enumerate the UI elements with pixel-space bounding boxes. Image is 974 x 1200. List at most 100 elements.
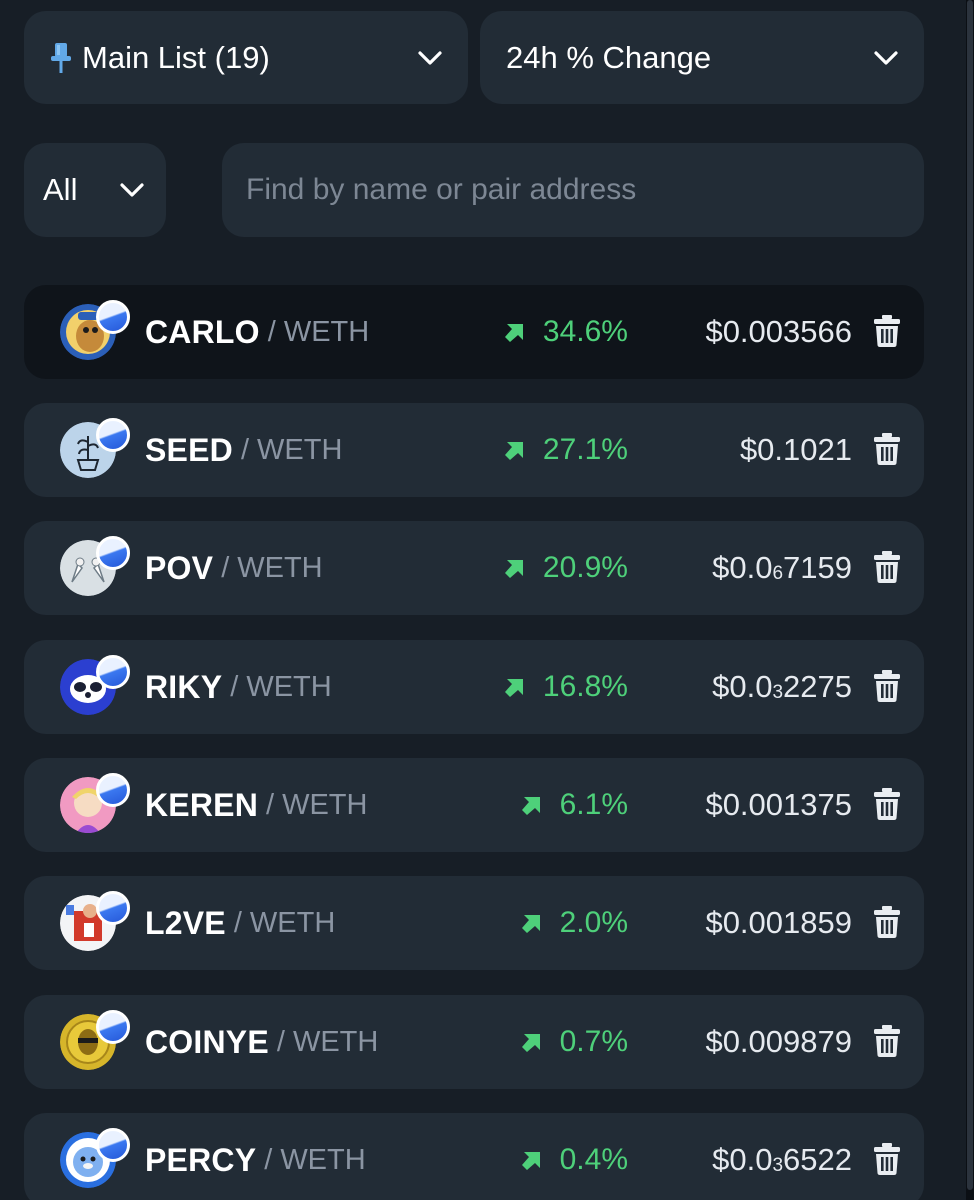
token-price: $0.001375 <box>705 758 852 852</box>
chain-badge-icon <box>96 773 130 807</box>
token-row-l2ve[interactable]: L2VE / WETH 2.0% $0.001859 <box>24 876 924 970</box>
pair-name: CARLO / WETH <box>145 285 369 379</box>
price-zero-count: 6 <box>772 563 784 584</box>
token-price: $0.0 3 6522 <box>712 1113 852 1200</box>
quote-symbol: WETH <box>292 1025 379 1058</box>
scrollbar-thumb[interactable] <box>967 0 973 1190</box>
sort-selector-label: 24h % Change <box>506 39 712 75</box>
trash-icon[interactable] <box>873 433 901 465</box>
trend-up-icon <box>521 1150 542 1170</box>
search-input[interactable] <box>222 143 924 237</box>
watchlist-panel: Main List (19) 24h % Change All CARLO / … <box>0 0 966 1200</box>
price-main: $0.0 <box>712 1142 773 1177</box>
price-main: $0.0 <box>712 550 773 585</box>
token-symbol: KEREN <box>145 786 259 823</box>
trend-up-icon <box>521 1032 542 1052</box>
pair-name: PERCY / WETH <box>145 1113 366 1200</box>
token-row-riky[interactable]: RIKY / WETH 16.8% $0.0 3 2275 <box>24 640 924 734</box>
token-symbol: COINYE <box>145 1023 269 1060</box>
quote-separator: / <box>240 433 250 466</box>
pair-name: SEED / WETH <box>145 403 342 497</box>
trash-icon[interactable] <box>873 1143 901 1175</box>
trash-icon[interactable] <box>873 315 901 347</box>
change-value: 20.9% <box>542 551 628 584</box>
trend-up-icon <box>521 795 542 815</box>
quote-symbol: WETH <box>249 906 336 939</box>
change-percent: 34.6% <box>504 285 628 379</box>
token-row-percy[interactable]: PERCY / WETH 0.4% $0.0 3 6522 <box>24 1113 924 1200</box>
token-price: $0.0 6 7159 <box>712 521 852 615</box>
trend-up-icon <box>504 677 525 697</box>
quote-symbol: WETH <box>237 551 323 584</box>
trash-icon[interactable] <box>873 551 901 583</box>
chevron-down-icon <box>118 176 146 204</box>
change-value: 2.0% <box>559 906 628 939</box>
price-main: $0.003566 <box>705 314 852 349</box>
token-avatar <box>60 655 130 719</box>
change-percent: 0.7% <box>521 995 628 1089</box>
chain-badge-icon <box>96 536 130 570</box>
trash-icon[interactable] <box>873 906 901 938</box>
trash-icon[interactable] <box>873 1025 901 1057</box>
pair-name: L2VE / WETH <box>145 876 335 970</box>
chain-badge-icon <box>96 300 130 334</box>
token-row-pov[interactable]: POV / WETH 20.9% $0.0 6 7159 <box>24 521 924 615</box>
token-row-seed[interactable]: SEED / WETH 27.1% $0.1021 <box>24 403 924 497</box>
token-symbol: L2VE <box>145 904 226 941</box>
token-avatar <box>60 1128 130 1192</box>
quote-symbol: WETH <box>282 788 368 821</box>
sort-selector-dropdown[interactable]: 24h % Change <box>480 11 924 104</box>
list-selector-label: Main List (19) <box>82 39 270 75</box>
change-value: 0.4% <box>559 1143 628 1176</box>
token-avatar <box>60 773 130 837</box>
quote-separator: / <box>221 551 230 584</box>
change-value: 27.1% <box>542 433 628 466</box>
list-selector-dropdown[interactable]: Main List (19) <box>24 11 468 104</box>
trend-up-icon <box>521 913 542 933</box>
change-value: 6.1% <box>559 788 628 821</box>
token-avatar <box>60 300 130 364</box>
chain-filter-dropdown[interactable]: All <box>24 143 166 237</box>
token-symbol: PERCY <box>145 1141 257 1178</box>
price-zero-count: 3 <box>772 682 784 703</box>
token-symbol: CARLO <box>145 313 260 350</box>
chevron-down-icon <box>872 44 900 72</box>
token-row-keren[interactable]: KEREN / WETH 6.1% $0.001375 <box>24 758 924 852</box>
change-percent: 27.1% <box>504 403 628 497</box>
quote-separator: / <box>276 1025 285 1058</box>
token-price: $0.0 3 2275 <box>712 640 852 734</box>
chain-badge-icon <box>96 891 130 925</box>
trend-up-icon <box>504 558 525 578</box>
price-main: $0.009879 <box>705 1024 852 1059</box>
token-avatar <box>60 536 130 600</box>
quote-separator: / <box>230 670 239 703</box>
token-symbol: RIKY <box>145 668 223 705</box>
trend-up-icon <box>504 322 525 342</box>
trash-icon[interactable] <box>873 788 901 820</box>
token-price: $0.1021 <box>740 403 852 497</box>
price-main: $0.0 <box>712 669 773 704</box>
chain-filter-label: All <box>43 172 78 207</box>
token-row-coinye[interactable]: COINYE / WETH 0.7% $0.009879 <box>24 995 924 1089</box>
scrollbar-track[interactable] <box>966 0 974 1200</box>
chain-badge-icon <box>96 655 130 689</box>
quote-separator: / <box>264 1143 273 1176</box>
token-symbol: POV <box>145 549 214 586</box>
price-digits: 7159 <box>783 550 852 585</box>
change-percent: 0.4% <box>521 1113 628 1200</box>
quote-symbol: WETH <box>246 670 332 703</box>
pair-name: RIKY / WETH <box>145 640 332 734</box>
pin-icon <box>48 41 74 75</box>
token-row-carlo[interactable]: CARLO / WETH 34.6% $0.003566 <box>24 285 924 379</box>
token-avatar <box>60 418 130 482</box>
price-main: $0.1021 <box>739 432 852 467</box>
change-percent: 2.0% <box>521 876 628 970</box>
token-price: $0.009879 <box>705 995 852 1089</box>
price-zero-count: 3 <box>772 1155 784 1176</box>
token-price: $0.001859 <box>705 876 852 970</box>
trash-icon[interactable] <box>873 670 901 702</box>
quote-symbol: WETH <box>257 433 343 466</box>
chain-badge-icon <box>96 1128 130 1162</box>
quote-separator: / <box>267 315 276 348</box>
chevron-down-icon <box>416 44 444 72</box>
